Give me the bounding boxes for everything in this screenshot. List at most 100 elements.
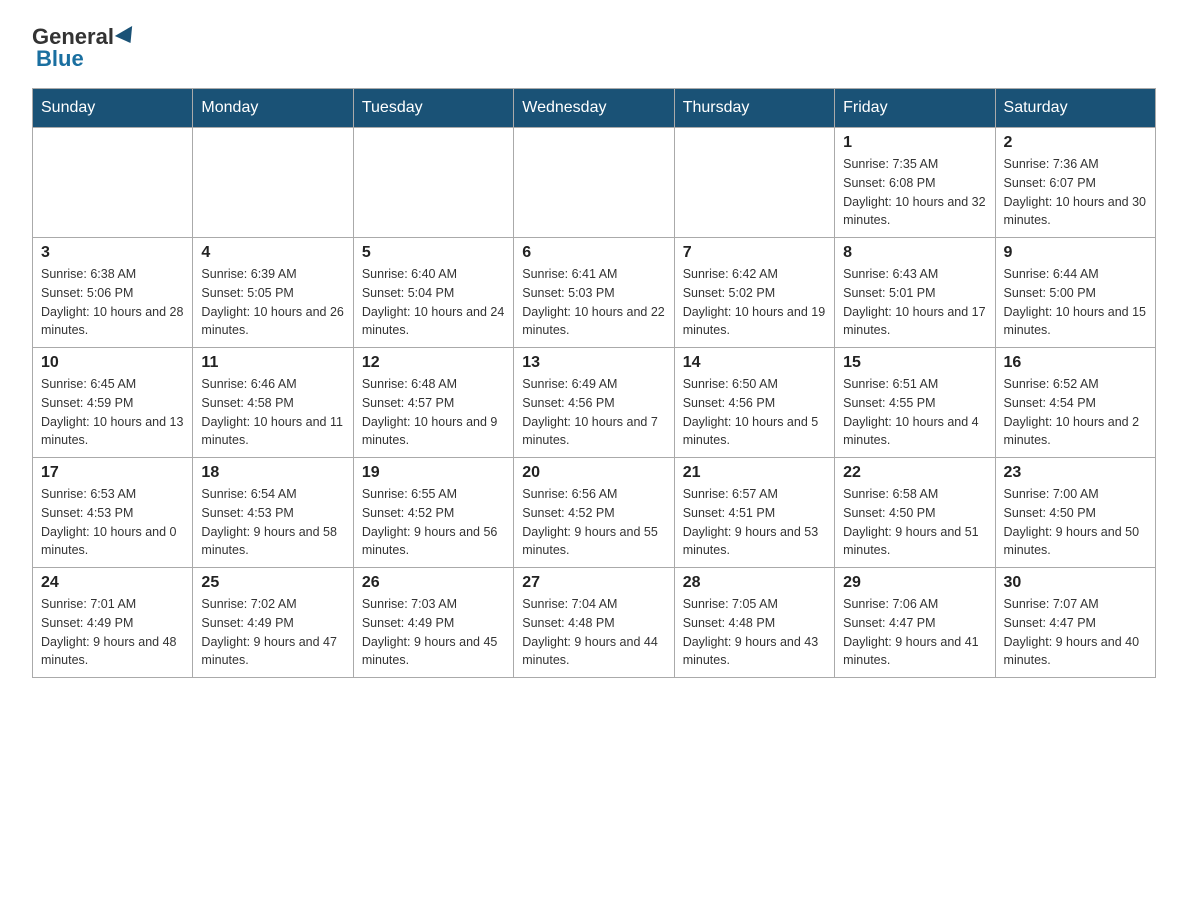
calendar-cell: 8 Sunrise: 6:43 AMSunset: 5:01 PMDaylight… bbox=[835, 238, 995, 348]
day-number: 29 bbox=[843, 574, 986, 592]
calendar-cell: 29 Sunrise: 7:06 AMSunset: 4:47 PMDayligh… bbox=[835, 568, 995, 678]
day-number: 15 bbox=[843, 354, 986, 372]
day-number: 6 bbox=[522, 244, 665, 262]
day-of-week-header: Tuesday bbox=[353, 89, 513, 128]
calendar-cell: 14 Sunrise: 6:50 AMSunset: 4:56 PMDayligh… bbox=[674, 348, 834, 458]
calendar-cell: 20Sunrise: 6:56 AMSunset: 4:52 PMDayligh… bbox=[514, 458, 674, 568]
day-number: 7 bbox=[683, 244, 826, 262]
day-number: 26 bbox=[362, 574, 505, 592]
day-of-week-header: Sunday bbox=[33, 89, 193, 128]
calendar-body: 1 Sunrise: 7:35 AMSunset: 6:08 PMDaylight… bbox=[33, 128, 1156, 678]
day-number: 27 bbox=[522, 574, 665, 592]
day-sun-info: Sunrise: 7:02 AMSunset: 4:49 PMDaylight:… bbox=[201, 595, 344, 670]
calendar-cell bbox=[33, 128, 193, 238]
day-sun-info: Sunrise: 6:53 AMSunset: 4:53 PMDaylight:… bbox=[41, 485, 184, 560]
day-number: 3 bbox=[41, 244, 184, 262]
calendar-cell: 2 Sunrise: 7:36 AMSunset: 6:07 PMDaylight… bbox=[995, 128, 1155, 238]
day-of-week-header: Monday bbox=[193, 89, 353, 128]
day-sun-info: Sunrise: 7:04 AMSunset: 4:48 PMDaylight:… bbox=[522, 595, 665, 670]
day-sun-info: Sunrise: 6:57 AMSunset: 4:51 PMDaylight:… bbox=[683, 485, 826, 560]
calendar-cell: 25 Sunrise: 7:02 AMSunset: 4:49 PMDayligh… bbox=[193, 568, 353, 678]
day-sun-info: Sunrise: 6:43 AMSunset: 5:01 PMDaylight:… bbox=[843, 265, 986, 340]
calendar-cell: 5 Sunrise: 6:40 AMSunset: 5:04 PMDaylight… bbox=[353, 238, 513, 348]
day-sun-info: Sunrise: 6:54 AMSunset: 4:53 PMDaylight:… bbox=[201, 485, 344, 560]
calendar-cell: 28 Sunrise: 7:05 AMSunset: 4:48 PMDayligh… bbox=[674, 568, 834, 678]
logo-blue-text: Blue bbox=[36, 46, 84, 72]
day-of-week-header: Wednesday bbox=[514, 89, 674, 128]
day-of-week-header: Saturday bbox=[995, 89, 1155, 128]
day-number: 25 bbox=[201, 574, 344, 592]
day-number: 8 bbox=[843, 244, 986, 262]
calendar-header: SundayMondayTuesdayWednesdayThursdayFrid… bbox=[33, 89, 1156, 128]
day-number: 30 bbox=[1004, 574, 1147, 592]
day-number: 24 bbox=[41, 574, 184, 592]
day-number: 22 bbox=[843, 464, 986, 482]
day-sun-info: Sunrise: 7:03 AMSunset: 4:49 PMDaylight:… bbox=[362, 595, 505, 670]
day-number: 18 bbox=[201, 464, 344, 482]
day-number: 5 bbox=[362, 244, 505, 262]
calendar-cell bbox=[353, 128, 513, 238]
calendar-cell: 18 Sunrise: 6:54 AMSunset: 4:53 PMDayligh… bbox=[193, 458, 353, 568]
calendar-cell: 7 Sunrise: 6:42 AMSunset: 5:02 PMDaylight… bbox=[674, 238, 834, 348]
logo: General Blue bbox=[32, 24, 140, 72]
calendar-cell: 11 Sunrise: 6:46 AMSunset: 4:58 PMDayligh… bbox=[193, 348, 353, 458]
calendar-cell bbox=[193, 128, 353, 238]
day-number: 28 bbox=[683, 574, 826, 592]
calendar-cell bbox=[514, 128, 674, 238]
day-sun-info: Sunrise: 6:39 AMSunset: 5:05 PMDaylight:… bbox=[201, 265, 344, 340]
day-sun-info: Sunrise: 6:45 AMSunset: 4:59 PMDaylight:… bbox=[41, 375, 184, 450]
day-sun-info: Sunrise: 7:36 AMSunset: 6:07 PMDaylight:… bbox=[1004, 155, 1147, 230]
calendar-cell: 30Sunrise: 7:07 AMSunset: 4:47 PMDayligh… bbox=[995, 568, 1155, 678]
day-number: 23 bbox=[1004, 464, 1147, 482]
day-sun-info: Sunrise: 6:41 AMSunset: 5:03 PMDaylight:… bbox=[522, 265, 665, 340]
calendar-week-row: 17 Sunrise: 6:53 AMSunset: 4:53 PMDayligh… bbox=[33, 458, 1156, 568]
day-number: 10 bbox=[41, 354, 184, 372]
calendar-cell: 10 Sunrise: 6:45 AMSunset: 4:59 PMDayligh… bbox=[33, 348, 193, 458]
day-sun-info: Sunrise: 6:46 AMSunset: 4:58 PMDaylight:… bbox=[201, 375, 344, 450]
day-number: 21 bbox=[683, 464, 826, 482]
day-number: 9 bbox=[1004, 244, 1147, 262]
calendar-week-row: 24 Sunrise: 7:01 AMSunset: 4:49 PMDayligh… bbox=[33, 568, 1156, 678]
calendar-cell bbox=[674, 128, 834, 238]
calendar-cell: 3 Sunrise: 6:38 AMSunset: 5:06 PMDaylight… bbox=[33, 238, 193, 348]
calendar-cell: 26 Sunrise: 7:03 AMSunset: 4:49 PMDayligh… bbox=[353, 568, 513, 678]
day-number: 1 bbox=[843, 134, 986, 152]
day-number: 20 bbox=[522, 464, 665, 482]
calendar-cell: 17 Sunrise: 6:53 AMSunset: 4:53 PMDayligh… bbox=[33, 458, 193, 568]
day-sun-info: Sunrise: 6:48 AMSunset: 4:57 PMDaylight:… bbox=[362, 375, 505, 450]
day-number: 14 bbox=[683, 354, 826, 372]
calendar-week-row: 3 Sunrise: 6:38 AMSunset: 5:06 PMDaylight… bbox=[33, 238, 1156, 348]
calendar-cell: 13Sunrise: 6:49 AMSunset: 4:56 PMDayligh… bbox=[514, 348, 674, 458]
day-sun-info: Sunrise: 6:50 AMSunset: 4:56 PMDaylight:… bbox=[683, 375, 826, 450]
calendar-cell: 21 Sunrise: 6:57 AMSunset: 4:51 PMDayligh… bbox=[674, 458, 834, 568]
calendar-cell: 6 Sunrise: 6:41 AMSunset: 5:03 PMDaylight… bbox=[514, 238, 674, 348]
day-sun-info: Sunrise: 7:05 AMSunset: 4:48 PMDaylight:… bbox=[683, 595, 826, 670]
calendar-cell: 12Sunrise: 6:48 AMSunset: 4:57 PMDayligh… bbox=[353, 348, 513, 458]
day-sun-info: Sunrise: 6:52 AMSunset: 4:54 PMDaylight:… bbox=[1004, 375, 1147, 450]
day-sun-info: Sunrise: 6:40 AMSunset: 5:04 PMDaylight:… bbox=[362, 265, 505, 340]
day-sun-info: Sunrise: 6:58 AMSunset: 4:50 PMDaylight:… bbox=[843, 485, 986, 560]
day-sun-info: Sunrise: 6:38 AMSunset: 5:06 PMDaylight:… bbox=[41, 265, 184, 340]
day-of-week-header: Thursday bbox=[674, 89, 834, 128]
day-header-row: SundayMondayTuesdayWednesdayThursdayFrid… bbox=[33, 89, 1156, 128]
day-sun-info: Sunrise: 7:01 AMSunset: 4:49 PMDaylight:… bbox=[41, 595, 184, 670]
calendar-cell: 4 Sunrise: 6:39 AMSunset: 5:05 PMDaylight… bbox=[193, 238, 353, 348]
day-number: 16 bbox=[1004, 354, 1147, 372]
day-number: 2 bbox=[1004, 134, 1147, 152]
day-sun-info: Sunrise: 6:55 AMSunset: 4:52 PMDaylight:… bbox=[362, 485, 505, 560]
day-number: 11 bbox=[201, 354, 344, 372]
calendar-cell: 24 Sunrise: 7:01 AMSunset: 4:49 PMDayligh… bbox=[33, 568, 193, 678]
calendar-cell: 27 Sunrise: 7:04 AMSunset: 4:48 PMDayligh… bbox=[514, 568, 674, 678]
day-number: 4 bbox=[201, 244, 344, 262]
day-of-week-header: Friday bbox=[835, 89, 995, 128]
calendar-cell: 22 Sunrise: 6:58 AMSunset: 4:50 PMDayligh… bbox=[835, 458, 995, 568]
day-sun-info: Sunrise: 7:06 AMSunset: 4:47 PMDaylight:… bbox=[843, 595, 986, 670]
day-sun-info: Sunrise: 6:42 AMSunset: 5:02 PMDaylight:… bbox=[683, 265, 826, 340]
day-sun-info: Sunrise: 6:49 AMSunset: 4:56 PMDaylight:… bbox=[522, 375, 665, 450]
calendar-cell: 1 Sunrise: 7:35 AMSunset: 6:08 PMDaylight… bbox=[835, 128, 995, 238]
day-sun-info: Sunrise: 7:35 AMSunset: 6:08 PMDaylight:… bbox=[843, 155, 986, 230]
day-sun-info: Sunrise: 6:44 AMSunset: 5:00 PMDaylight:… bbox=[1004, 265, 1147, 340]
calendar-cell: 16 Sunrise: 6:52 AMSunset: 4:54 PMDayligh… bbox=[995, 348, 1155, 458]
day-sun-info: Sunrise: 6:51 AMSunset: 4:55 PMDaylight:… bbox=[843, 375, 986, 450]
day-number: 17 bbox=[41, 464, 184, 482]
